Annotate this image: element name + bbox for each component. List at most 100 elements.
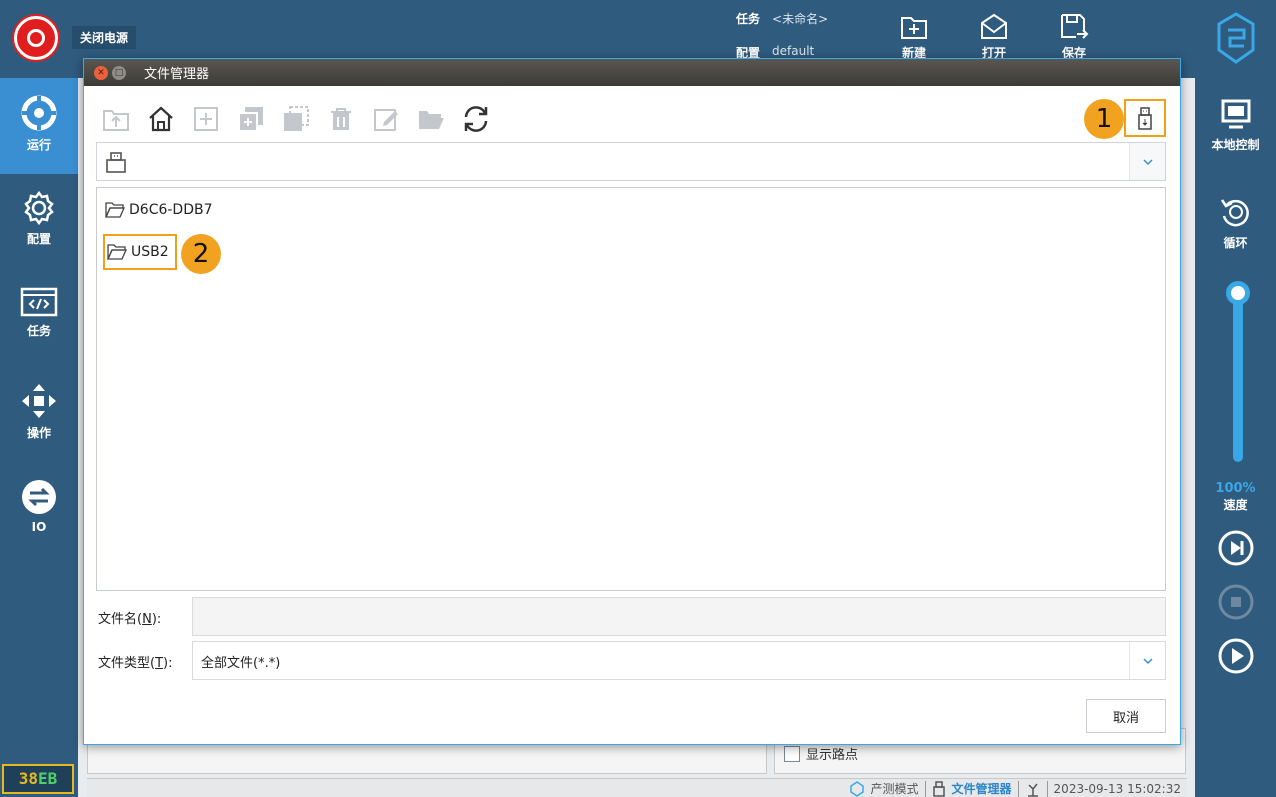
sidebar-item-label: IO bbox=[31, 520, 47, 534]
status-datetime: 2023-09-13 15:02:32 bbox=[1053, 781, 1181, 796]
power-button[interactable] bbox=[14, 16, 58, 60]
filename-input[interactable] bbox=[192, 597, 1166, 636]
local-control-button[interactable]: 本地控制 bbox=[1195, 98, 1276, 153]
filetype-select[interactable]: 全部文件(*.*) bbox=[192, 641, 1166, 680]
task-value: <未命名> bbox=[772, 12, 829, 26]
status-bar: 产测模式 文件管理器 2023-09-13 15:02:32 bbox=[87, 778, 1187, 797]
envelope-icon bbox=[981, 13, 1007, 39]
copy-button[interactable] bbox=[235, 103, 267, 135]
paste-button[interactable] bbox=[280, 103, 312, 135]
device-tag: 38EB bbox=[2, 764, 74, 794]
filename-label-pre: 文件名( bbox=[98, 612, 143, 627]
file-manager-dialog: ✕ □ 文件管理器 1 D6C6-DDB7 USB2 2 文件名(N): 文件类… bbox=[83, 58, 1181, 745]
io-icon bbox=[22, 480, 56, 514]
new-folder-button[interactable] bbox=[190, 103, 222, 135]
task-key: 任务 bbox=[736, 12, 761, 26]
divider bbox=[1046, 780, 1048, 797]
file-toolbar bbox=[100, 103, 492, 135]
rename-button[interactable] bbox=[370, 103, 402, 135]
sidebar-item-io[interactable]: IO bbox=[0, 462, 78, 558]
dialog-titlebar: ✕ □ 文件管理器 bbox=[84, 59, 1180, 86]
speed-label: 速度 bbox=[1223, 498, 1248, 512]
filename-label-post: ): bbox=[151, 612, 162, 627]
duplicate-icon bbox=[284, 106, 309, 131]
refresh-icon bbox=[464, 106, 488, 132]
usb-icon bbox=[106, 152, 126, 173]
loop-icon bbox=[1220, 199, 1249, 227]
sidebar-item-label: 操作 bbox=[26, 426, 51, 440]
run-icon bbox=[21, 95, 57, 131]
speed-value: 100% bbox=[1215, 481, 1256, 496]
show-path-label: 显示路点 bbox=[806, 748, 859, 763]
brand-logo-icon bbox=[1217, 12, 1255, 64]
status-file-manager: 文件管理器 bbox=[951, 782, 1012, 796]
play-button[interactable] bbox=[1218, 638, 1254, 674]
save-button[interactable]: 保存 bbox=[1044, 12, 1104, 60]
cancel-button[interactable]: 取消 bbox=[1086, 699, 1166, 733]
code-icon bbox=[20, 287, 58, 317]
folder-icon bbox=[107, 244, 127, 260]
chevron-down-icon[interactable] bbox=[1129, 642, 1165, 679]
usb-drive-button[interactable] bbox=[1124, 99, 1166, 137]
brand-small-icon bbox=[849, 780, 864, 797]
step-badge-2: 2 bbox=[181, 234, 221, 274]
speed-slider-handle[interactable] bbox=[1226, 281, 1250, 305]
sidebar-item-label: 配置 bbox=[26, 232, 51, 246]
folder-up-icon bbox=[103, 110, 129, 131]
filetype-label-post: ): bbox=[163, 656, 173, 671]
sidebar-item-operate[interactable]: 操作 bbox=[0, 366, 78, 462]
loop-button[interactable]: 循环 bbox=[1195, 194, 1276, 251]
monitor-icon bbox=[1221, 99, 1250, 129]
step-forward-button[interactable] bbox=[1218, 530, 1254, 566]
filetype-label-key: T bbox=[155, 656, 164, 671]
filetype-value: 全部文件(*.*) bbox=[201, 656, 281, 671]
show-path-checkbox[interactable] bbox=[784, 745, 800, 762]
copy-plus-icon bbox=[238, 107, 263, 132]
list-item[interactable]: USB2 bbox=[103, 234, 177, 270]
list-item[interactable]: D6C6-DDB7 bbox=[103, 192, 219, 228]
open-button[interactable]: 打开 bbox=[964, 12, 1024, 60]
new-file-icon bbox=[901, 17, 927, 39]
sidebar-item-task[interactable]: 任务 bbox=[0, 270, 78, 366]
right-sidebar: 本地控制 循环 100% 速度 bbox=[1195, 78, 1276, 797]
file-name: USB2 bbox=[131, 244, 169, 260]
new-button[interactable]: 新建 bbox=[884, 12, 944, 60]
parent-folder-button[interactable] bbox=[100, 103, 132, 135]
edit-icon bbox=[374, 109, 398, 131]
minimize-icon[interactable]: □ bbox=[112, 65, 126, 80]
chevron-down-icon[interactable] bbox=[1129, 143, 1165, 180]
left-sidebar: 运行 配置 任务 操作 IO 38EB bbox=[0, 78, 78, 797]
speed-slider-track[interactable] bbox=[1233, 290, 1243, 462]
status-mode: 产测模式 bbox=[870, 782, 919, 796]
gear-icon bbox=[24, 190, 54, 226]
usb-icon bbox=[932, 780, 945, 797]
move-arrows-icon bbox=[22, 384, 56, 418]
divider bbox=[1017, 780, 1019, 797]
trash-icon bbox=[331, 108, 351, 130]
sidebar-item-run[interactable]: 运行 bbox=[0, 78, 78, 174]
power-icon bbox=[27, 29, 45, 47]
home-icon bbox=[149, 106, 173, 132]
sidebar-item-config[interactable]: 配置 bbox=[0, 174, 78, 270]
home-button[interactable] bbox=[145, 103, 177, 135]
file-list: D6C6-DDB7 USB2 2 bbox=[96, 187, 1166, 591]
step-badge-1: 1 bbox=[1084, 99, 1124, 139]
divider bbox=[924, 780, 926, 797]
device-tag-b: EB bbox=[38, 769, 58, 788]
local-control-label: 本地控制 bbox=[1211, 138, 1260, 152]
filename-label-key: N bbox=[142, 612, 152, 627]
filetype-label-pre: 文件类型( bbox=[98, 656, 156, 671]
folder-open-icon bbox=[419, 111, 444, 129]
robot-arm-icon bbox=[1027, 783, 1038, 797]
show-path-option[interactable]: 显示路点 bbox=[784, 744, 858, 763]
usb-icon bbox=[1138, 107, 1152, 130]
file-name: D6C6-DDB7 bbox=[129, 202, 213, 218]
stop-button[interactable] bbox=[1218, 584, 1254, 620]
refresh-button[interactable] bbox=[460, 103, 492, 135]
open-folder-button[interactable] bbox=[415, 103, 447, 135]
dialog-title: 文件管理器 bbox=[144, 67, 210, 82]
folder-icon bbox=[105, 202, 125, 218]
path-combobox[interactable] bbox=[96, 142, 1166, 181]
delete-button[interactable] bbox=[325, 103, 357, 135]
close-icon[interactable]: ✕ bbox=[94, 65, 108, 80]
